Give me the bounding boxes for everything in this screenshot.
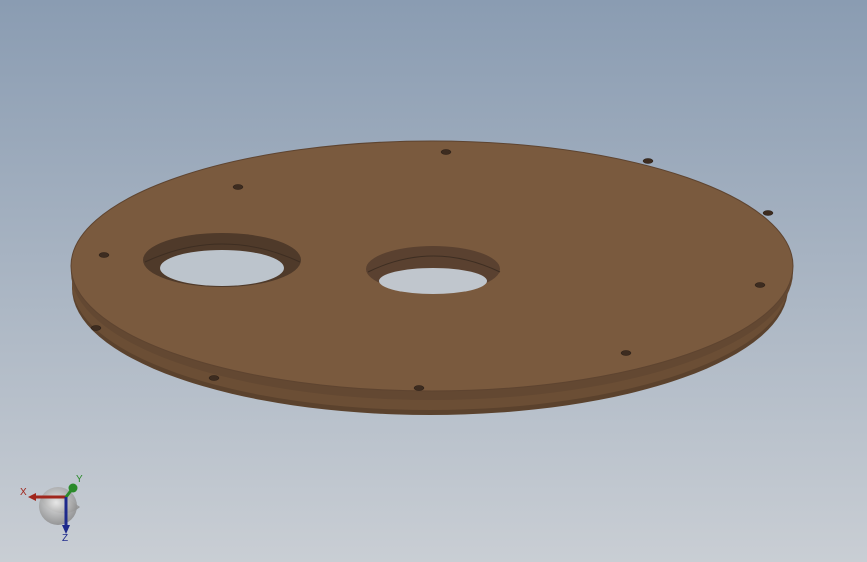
triad-z-label: Z	[62, 533, 68, 544]
mounting-hole	[413, 385, 425, 391]
mounting-hole	[232, 184, 244, 190]
mounting-hole	[620, 350, 632, 356]
large-hole-left	[143, 233, 301, 287]
mounting-hole	[98, 252, 110, 258]
triad-y-label: Y	[76, 474, 83, 485]
3d-graphics-viewport[interactable]: X Y Z	[0, 0, 867, 562]
large-hole-right	[366, 246, 501, 294]
triad-x-label: X	[20, 487, 27, 498]
mounting-hole	[754, 282, 766, 288]
mounting-hole	[90, 325, 102, 331]
mounting-hole	[762, 210, 774, 216]
mounting-hole	[642, 158, 654, 164]
mounting-hole	[208, 375, 220, 381]
mounting-hole	[440, 149, 452, 155]
plate-model[interactable]	[70, 140, 794, 415]
